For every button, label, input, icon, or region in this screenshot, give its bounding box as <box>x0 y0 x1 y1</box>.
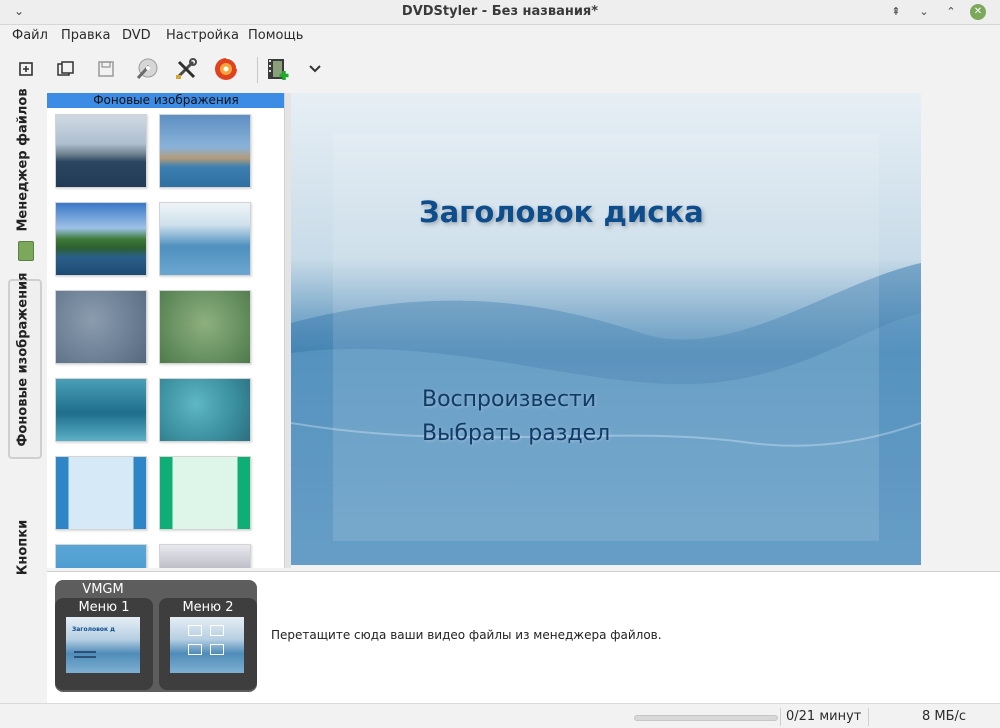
minimize-icon[interactable]: ⌄ <box>916 4 932 20</box>
background-thumb[interactable] <box>159 544 251 568</box>
burn-wand-icon[interactable] <box>135 57 159 81</box>
background-thumb[interactable] <box>55 114 147 188</box>
menu-card-1[interactable]: Меню 1 Заголовок д <box>55 598 153 690</box>
menu-thumbnail-title: Заголовок д <box>72 626 116 633</box>
menu-edit[interactable]: Правка <box>61 28 110 43</box>
drop-hint-text: Перетащите сюда ваши видео файлы из мене… <box>271 628 662 642</box>
background-thumb[interactable] <box>159 290 251 364</box>
chapter-slot <box>188 644 202 655</box>
menu-dvd[interactable]: DVD <box>122 28 151 43</box>
save-icon[interactable] <box>94 57 118 81</box>
side-tabs: Менеджер файлов Фоновые изображения Кноп… <box>0 88 47 575</box>
menu-thumbnail-line <box>74 656 96 658</box>
window-title: DVDStyler - Без названия* <box>401 4 599 19</box>
background-thumb[interactable] <box>55 544 147 568</box>
menu-thumbnail <box>170 617 244 673</box>
background-thumb[interactable] <box>55 290 147 364</box>
bitrate-text: 8 МБ/с <box>922 709 967 724</box>
menu-help[interactable]: Помощь <box>248 28 303 43</box>
duration-text: 0/21 минут <box>786 709 862 724</box>
title-bar: ⌄ DVDStyler - Без названия* ⇞ ⌄ ⌃ ✕ <box>0 0 1000 25</box>
status-divider <box>868 708 869 726</box>
menu-editor: Заголовок диска Воспроизвести Выбрать ра… <box>291 93 1000 568</box>
add-video-icon[interactable] <box>266 57 290 81</box>
menu-preview-canvas[interactable]: Заголовок диска Воспроизвести Выбрать ра… <box>291 93 921 565</box>
status-divider <box>780 708 781 726</box>
tab-file-manager[interactable]: Менеджер файлов <box>16 88 31 231</box>
backgrounds-header: Фоновые изображения <box>47 93 284 108</box>
menu-card-label: Меню 2 <box>182 600 234 615</box>
toolbar <box>0 47 1000 91</box>
settings-tools-icon[interactable] <box>174 57 198 81</box>
folder-icon <box>18 241 34 261</box>
vmgm-group: VMGM Меню 1 Заголовок д Меню 2 <box>55 580 257 692</box>
tab-buttons[interactable]: Кнопки <box>16 518 31 578</box>
menu-card-label: Меню 1 <box>78 600 130 615</box>
menu-card-2[interactable]: Меню 2 <box>159 598 257 690</box>
disk-title-text[interactable]: Заголовок диска <box>419 195 704 229</box>
disc-usage-progress <box>634 715 778 721</box>
background-thumb[interactable] <box>159 202 251 276</box>
restore-icon[interactable]: ⌃ <box>943 4 959 20</box>
pin-icon[interactable]: ⇞ <box>888 4 904 20</box>
new-icon[interactable] <box>14 57 38 81</box>
background-thumb[interactable] <box>55 456 147 530</box>
menu-button-play[interactable]: Воспроизвести <box>422 387 596 412</box>
menu-settings[interactable]: Настройка <box>166 28 239 43</box>
menu-file[interactable]: Файл <box>12 28 48 43</box>
toolbar-separator <box>257 57 258 83</box>
background-thumb[interactable] <box>159 456 251 530</box>
burn-disc-icon[interactable] <box>214 57 238 81</box>
background-thumb[interactable] <box>55 378 147 442</box>
menu-thumbnail: Заголовок д <box>66 617 140 673</box>
chapter-slot <box>210 625 224 636</box>
vmgm-label: VMGM <box>82 582 124 597</box>
menu-button-select-chapter[interactable]: Выбрать раздел <box>422 421 610 446</box>
background-thumb[interactable] <box>159 114 251 188</box>
open-icon[interactable] <box>54 57 78 81</box>
titleset-area: VMGM Меню 1 Заголовок д Меню 2 Перетащит… <box>47 571 1000 703</box>
chapter-slot <box>210 644 224 655</box>
tab-backgrounds[interactable]: Фоновые изображения <box>16 272 31 446</box>
backgrounds-panel: Фоновые изображения <box>47 93 285 568</box>
background-thumb[interactable] <box>55 202 147 276</box>
chevron-down-icon[interactable] <box>303 57 327 81</box>
chapter-slot <box>188 625 202 636</box>
menu-bar: Файл Правка DVD Настройка Помощь <box>0 25 1000 47</box>
menu-thumbnail-line <box>74 651 96 653</box>
background-thumb[interactable] <box>159 378 251 442</box>
close-icon[interactable]: ✕ <box>970 4 986 20</box>
status-bar: 0/21 минут 8 МБ/с <box>0 703 1000 728</box>
